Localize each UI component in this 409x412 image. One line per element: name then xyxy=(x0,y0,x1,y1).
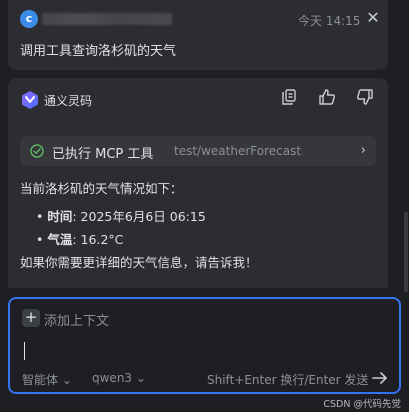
avatar: c xyxy=(20,10,38,28)
assistant-outro: 如果你需要更详细的天气信息，请告诉我！ xyxy=(20,255,258,270)
close-icon[interactable]: ✕ xyxy=(364,9,382,27)
scrollbar-thumb[interactable] xyxy=(404,212,408,292)
mode-selector[interactable]: 智能体 ⌄ xyxy=(22,371,72,388)
add-context-button[interactable]: + xyxy=(22,309,40,327)
user-message-text: 调用工具查询洛杉矶的天气 xyxy=(20,44,177,59)
mcp-tool-call[interactable]: 已执行 MCP 工具 test/weatherForecast › xyxy=(20,136,376,166)
model-label: qwen3 xyxy=(92,371,133,385)
scrollbar[interactable] xyxy=(403,0,409,300)
model-selector[interactable]: qwen3 ⌄ xyxy=(92,371,146,385)
watermark: CSDN @代码先觉 xyxy=(323,399,401,410)
thumbs-up-icon[interactable] xyxy=(318,88,336,106)
send-hint: Shift+Enter 换行/Enter 发送 xyxy=(207,373,369,387)
mcp-tool-path: test/weatherForecast xyxy=(174,144,302,158)
mcp-tool-label: 已执行 MCP 工具 xyxy=(52,147,154,162)
tongyi-logo-icon xyxy=(22,91,38,109)
copy-icon[interactable] xyxy=(280,88,298,106)
user-message-card: c 今天 14:15 ✕ 调用工具查询洛杉矶的天气 xyxy=(8,0,388,70)
chevron-right-icon[interactable]: › xyxy=(361,143,366,158)
add-context-label[interactable]: 添加上下文 xyxy=(44,310,109,329)
send-arrow-icon[interactable] xyxy=(371,369,389,387)
bullet-value: : 2025年6月6日 06:15 xyxy=(72,209,206,224)
bullet-key: 气温 xyxy=(47,232,73,247)
text-caret xyxy=(24,342,25,360)
message-timestamp: 今天 14:15 xyxy=(298,14,361,28)
chevron-down-icon: ⌄ xyxy=(61,373,72,387)
bullet-value: : 16.2°C xyxy=(72,232,124,247)
mode-label: 智能体 xyxy=(22,373,59,387)
check-circle-icon xyxy=(30,144,44,158)
blurred-username xyxy=(42,13,172,25)
assistant-message-card: 通义灵码 已执行 MCP 工具 test/weatherForecast › 当… xyxy=(8,78,388,288)
chat-input-box[interactable]: + 添加上下文 智能体 ⌄ qwen3 ⌄ Shift+Enter 换行/Ent… xyxy=(8,297,401,394)
bullet-key: 时间 xyxy=(47,209,73,224)
assistant-intro: 当前洛杉矶的天气情况如下： xyxy=(20,181,183,196)
assistant-name: 通义灵码 xyxy=(44,94,93,108)
thumbs-down-icon[interactable] xyxy=(356,88,374,106)
chevron-down-icon: ⌄ xyxy=(135,371,146,385)
list-item: • 气温: 16.2°C xyxy=(36,232,124,247)
list-item: • 时间: 2025年6月6日 06:15 xyxy=(36,209,206,224)
